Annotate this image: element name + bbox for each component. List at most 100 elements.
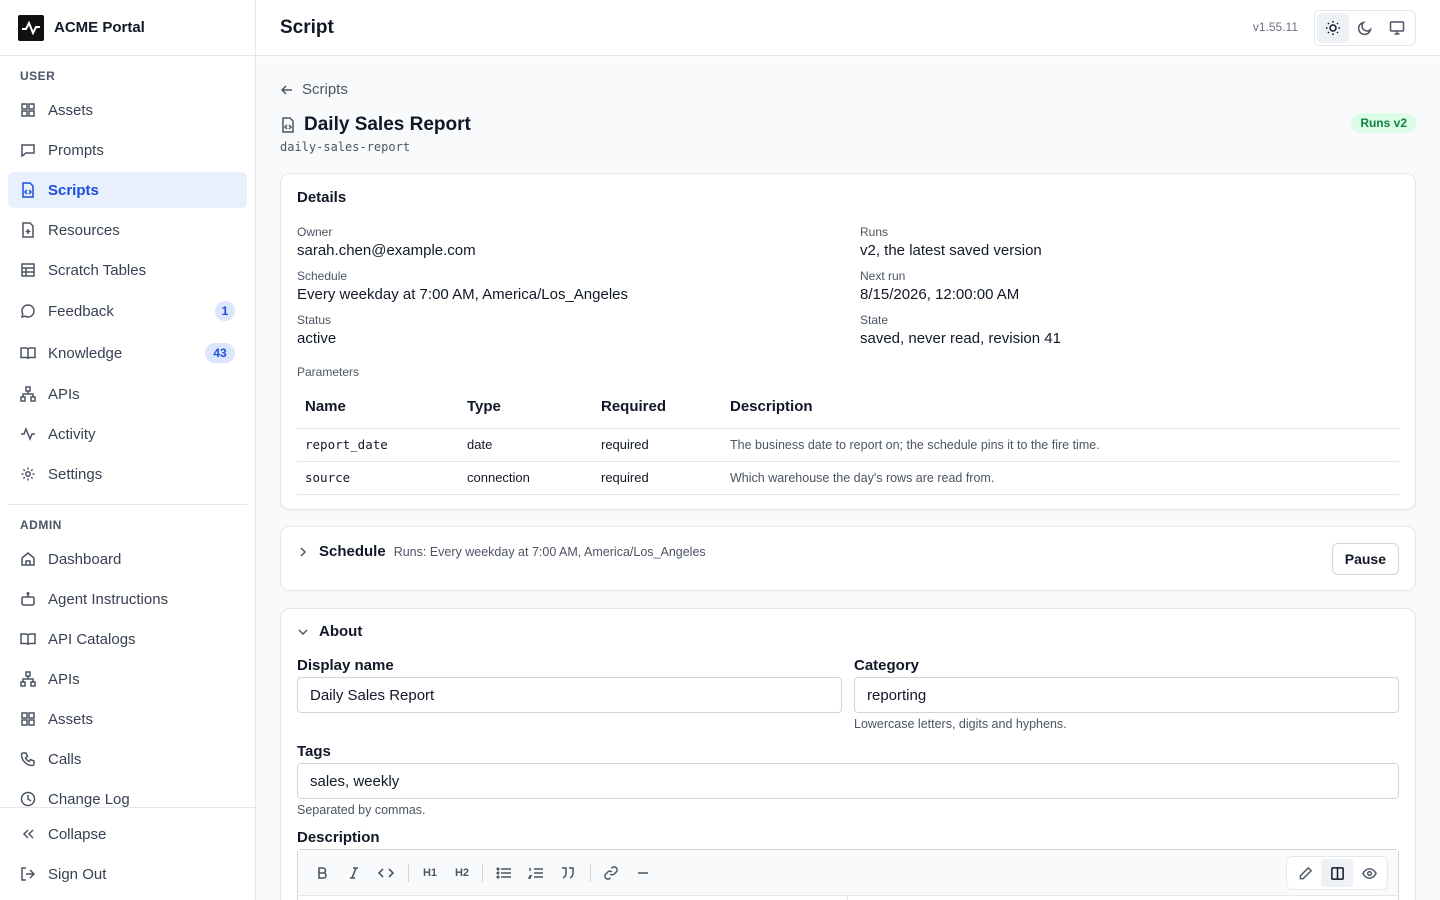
sidebar-item-agent-instructions[interactable]: Agent Instructions [8,581,247,617]
display-name-input[interactable] [297,677,842,713]
page-title: Script [280,16,334,38]
toolbar-divider [482,864,483,882]
sidebar-divider [8,504,247,505]
system-theme-button[interactable] [1381,13,1413,43]
column-header: Type [459,386,593,429]
quote-button[interactable] [556,861,580,885]
collapse-label: Collapse [48,825,107,843]
link-button[interactable] [599,861,623,885]
code-button[interactable] [374,861,398,885]
schedule-card: Schedule Runs: Every weekday at 7:00 AM,… [280,526,1416,591]
arrow-left-icon [280,84,292,95]
param-name: report_date [297,428,459,462]
sidebar-item-prompts[interactable]: Prompts [8,132,247,168]
split-mode-button[interactable] [1321,859,1353,887]
sidebar-item-apis[interactable]: APIs [8,376,247,412]
about-title: About [319,623,363,640]
feedback-count-badge: 1 [215,301,235,321]
schedule-label: Schedule [297,269,348,283]
column-header: Description [722,386,1399,429]
sidebar-item-settings[interactable]: Settings [8,456,247,492]
parameters-label: Parameters [297,365,360,379]
sidebar-item-admin-apis[interactable]: APIs [8,661,247,697]
table-icon [20,262,36,278]
schedule-toggle[interactable]: Schedule Runs: Every weekday at 7:00 AM,… [297,543,706,560]
column-header: Name [297,386,459,429]
param-required: required [593,428,722,462]
sidebar-item-label: APIs [48,385,80,403]
sidebar-item-feedback[interactable]: Feedback 1 [8,293,247,329]
about-toggle[interactable]: About [297,623,362,640]
columns-icon [1330,866,1344,880]
numbered-list-button[interactable] [524,861,548,885]
sidebar-item-label: Scratch Tables [48,261,147,279]
main-content: Scripts Daily Sales Report daily-sales-r… [256,57,1440,900]
sidebar-item-resources[interactable]: Resources [8,212,247,248]
sidebar-item-api-catalogs[interactable]: API Catalogs [8,621,247,657]
category-input[interactable] [854,677,1399,713]
light-theme-button[interactable] [1317,13,1349,43]
horizontal-rule-button[interactable] [631,861,655,885]
sidebar-item-dashboard[interactable]: Dashboard [8,541,247,577]
numbered-list-icon [528,868,543,879]
schedule-value: Every weekday at 7:00 AM, America/Los_An… [297,286,629,303]
runs-value: v2, the latest saved version [860,242,1042,259]
tags-hint: Separated by commas. [297,803,426,817]
dark-theme-button[interactable] [1349,13,1381,43]
book-open-icon [20,631,36,647]
sidebar-item-scratch-tables[interactable]: Scratch Tables [8,252,247,288]
sidebar-item-scripts[interactable]: Scripts [8,172,247,208]
heading-1-button[interactable]: H1 [418,861,442,885]
file-code-icon [282,117,294,133]
edit-mode-button[interactable] [1289,859,1321,887]
bold-button[interactable] [310,861,334,885]
eye-icon [1361,867,1377,879]
description-editor[interactable]: H1 H2 [297,849,1399,900]
chevrons-left-icon [20,826,36,842]
sun-icon [1326,21,1340,35]
bullet-list-icon [496,867,511,879]
next-run-value: 8/15/2026, 12:00:00 AM [860,286,1020,303]
network-icon [20,386,36,402]
tags-input[interactable] [297,763,1399,799]
sidebar-item-label: Settings [48,465,103,483]
sidebar-item-calls[interactable]: Calls [8,741,247,777]
sidebar-item-label: Assets [48,710,94,728]
sidebar-item-label: Scripts [48,181,99,199]
sign-out-button[interactable]: Sign Out [8,856,247,892]
param-description: The business date to report on; the sche… [722,428,1399,462]
app-name: ACME Portal [54,19,145,36]
table-row: report_date date required The business d… [297,428,1399,462]
grid-icon [20,711,36,727]
next-run-label: Next run [860,269,906,283]
collapse-button[interactable]: Collapse [8,816,247,852]
bullet-list-button[interactable] [492,861,516,885]
user-section-label: USER [20,69,56,83]
state-value: saved, never read, revision 41 [860,330,1061,347]
sidebar-item-admin-assets[interactable]: Assets [8,701,247,737]
sidebar-item-activity[interactable]: Activity [8,416,247,452]
pause-button[interactable]: Pause [1331,543,1399,575]
back-link-label: Scripts [302,81,348,98]
italic-button[interactable] [342,861,366,885]
grid-icon [20,102,36,118]
tags-label: Tags [297,743,331,760]
brand[interactable]: ACME Portal [0,0,255,56]
script-header: Daily Sales Report [280,114,471,136]
quote-icon [562,867,574,879]
sidebar-item-knowledge[interactable]: Knowledge 43 [8,335,247,371]
version-label: v1.55.11 [1252,20,1298,34]
theme-switcher [1314,10,1416,46]
heading-2-button[interactable]: H2 [450,861,474,885]
book-open-icon [20,345,36,361]
schedule-title: Schedule [319,543,386,560]
runs-label: Runs [860,225,889,239]
sidebar-item-label: Feedback [48,302,114,320]
sidebar-item-assets[interactable]: Assets [8,92,247,128]
network-icon [20,671,36,687]
script-slug: daily-sales-report [280,140,411,154]
back-to-scripts-link[interactable]: Scripts [280,81,348,98]
clock-icon [20,791,36,807]
preview-mode-button[interactable] [1353,859,1385,887]
sidebar-item-label: Dashboard [48,550,122,568]
